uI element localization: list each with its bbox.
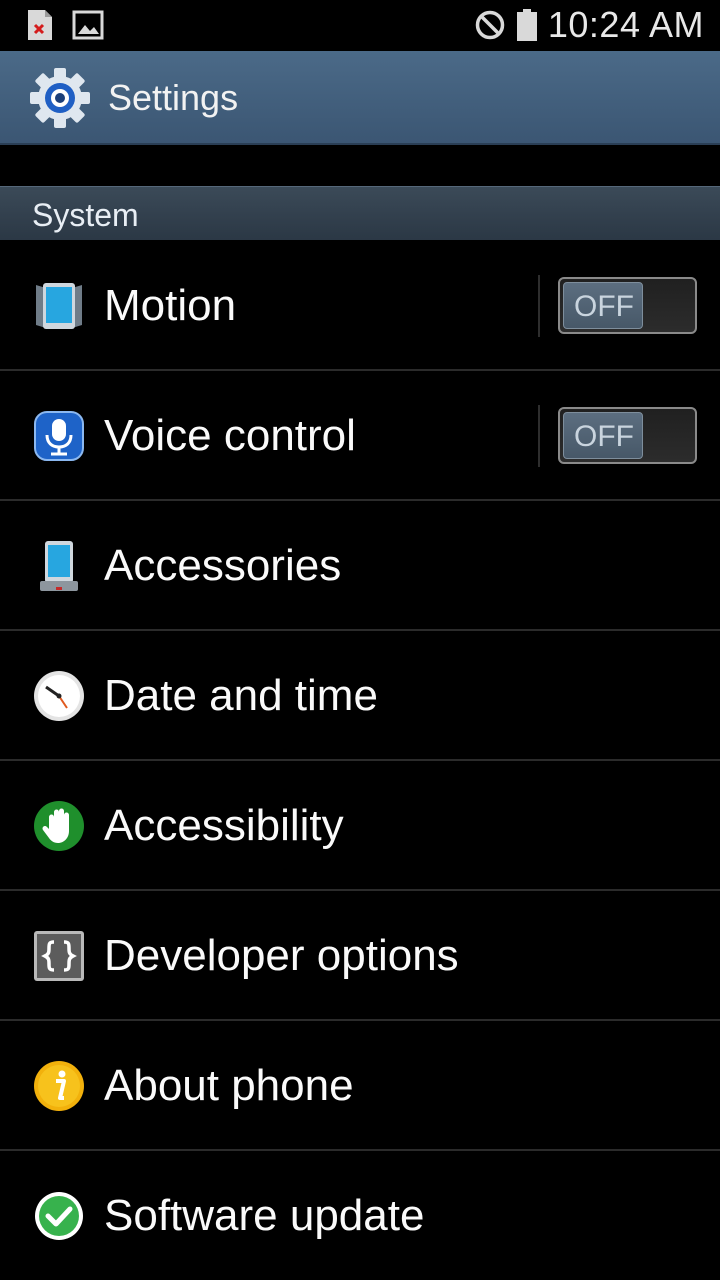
notification-icons xyxy=(26,8,104,42)
settings-item-date-and-time[interactable]: Date and time xyxy=(0,631,720,761)
info-icon xyxy=(34,1061,84,1111)
status-indicators: 10:24 AM xyxy=(474,4,704,46)
no-signal-icon xyxy=(475,10,505,40)
settings-item-label: Accessibility xyxy=(104,801,344,850)
battery-icon xyxy=(516,9,537,41)
toggle-state: OFF xyxy=(574,290,634,323)
action-bar: Settings xyxy=(0,51,720,145)
settings-item-label: Software update xyxy=(104,1191,425,1240)
settings-item-label: Date and time xyxy=(104,671,378,720)
phone-dock-icon xyxy=(40,541,78,591)
settings-item-label: About phone xyxy=(104,1061,354,1110)
hand-icon xyxy=(34,801,84,851)
page-title: Settings xyxy=(108,77,239,118)
settings-item-label: Developer options xyxy=(104,931,459,980)
settings-item-about-phone[interactable]: About phone xyxy=(0,1021,720,1151)
settings-item-developer-options[interactable]: Developer options xyxy=(0,891,720,1021)
motion-toggle[interactable]: OFF xyxy=(558,277,697,334)
settings-item-accessibility[interactable]: Accessibility xyxy=(0,761,720,891)
voice-control-toggle[interactable]: OFF xyxy=(558,407,697,464)
settings-item-label: Motion xyxy=(104,281,237,330)
motion-phone-icon xyxy=(36,283,82,329)
divider xyxy=(538,275,540,337)
clock-icon xyxy=(34,671,84,721)
settings-item-voice-control[interactable]: Voice control OFF xyxy=(0,371,720,501)
section-title: System xyxy=(32,197,139,233)
settings-list: Motion OFF Voice control OFF Accessories… xyxy=(0,241,720,1280)
image-icon xyxy=(72,10,104,40)
settings-item-label: Voice control xyxy=(104,411,356,460)
braces-icon xyxy=(34,931,84,981)
toggle-state: OFF xyxy=(574,420,634,453)
settings-item-software-update[interactable]: Software update xyxy=(0,1151,720,1280)
clock-time: 10:24 AM xyxy=(547,4,704,45)
toggle-knob: OFF xyxy=(563,282,643,329)
toggle-knob: OFF xyxy=(563,412,643,459)
file-error-icon xyxy=(28,10,52,40)
divider xyxy=(538,405,540,467)
microphone-icon xyxy=(34,411,84,461)
section-header: System xyxy=(0,186,720,240)
settings-item-motion[interactable]: Motion OFF xyxy=(0,241,720,371)
checkmark-icon xyxy=(35,1192,83,1240)
settings-item-label: Accessories xyxy=(104,541,342,590)
settings-gear-icon[interactable] xyxy=(28,66,92,130)
status-bar: 10:24 AM xyxy=(0,0,720,50)
settings-item-accessories[interactable]: Accessories xyxy=(0,501,720,631)
